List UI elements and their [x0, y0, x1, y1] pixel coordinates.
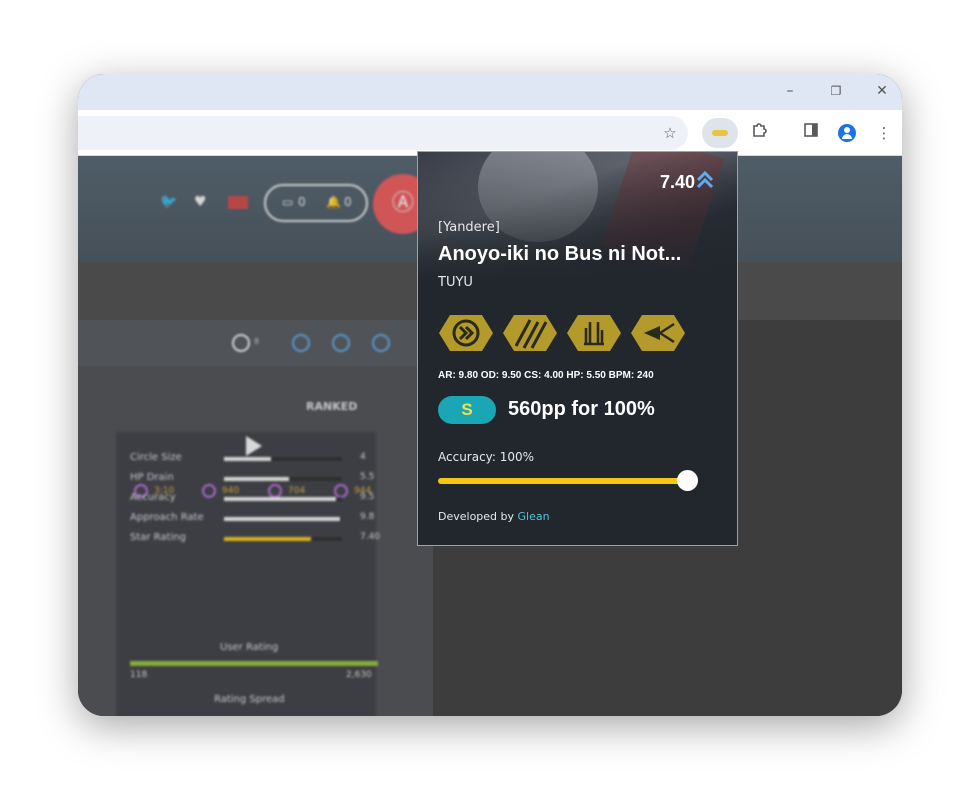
extension-popup: 7.40 [Yandere] Anoyo-iki no Bus ni Not..… — [417, 151, 738, 546]
play-preview-icon[interactable] — [246, 436, 262, 456]
double-chevron-up-icon — [696, 170, 714, 189]
user-rating-positive: 2,630 — [346, 670, 372, 680]
circles-value: 704 — [288, 486, 306, 496]
sliders-icon — [334, 484, 348, 498]
double-time-icon[interactable] — [438, 314, 494, 352]
stat-bar-fill — [224, 517, 340, 521]
difficulty-name: [Yandere] — [438, 220, 500, 235]
mode-taiko-icon[interactable] — [292, 334, 310, 352]
chat-icon[interactable]: ▭ — [282, 195, 293, 209]
accuracy-slider[interactable] — [438, 478, 688, 484]
stat-bar-track — [224, 517, 342, 521]
mode-badge: 8 — [254, 337, 260, 346]
stat-bar-fill — [224, 497, 337, 501]
extension-icon — [712, 130, 728, 136]
beatmap-artist: TUYU — [438, 275, 473, 290]
stat-bar-label: Circle Size — [130, 452, 182, 463]
flashlight-icon[interactable] — [630, 314, 686, 352]
menu-kebab-icon[interactable]: ⋮ — [873, 122, 895, 144]
mode-osu-icon[interactable] — [232, 334, 250, 352]
browser-toolbar: ☆ ⋮ — [78, 110, 902, 156]
bell-icon[interactable]: 🔔 — [326, 195, 341, 209]
user-rating-label: User Rating — [220, 642, 279, 653]
rank-badge: S — [438, 396, 496, 424]
hard-rock-icon[interactable] — [566, 314, 622, 352]
stat-bar-value: 9.8 — [360, 512, 375, 522]
bookmark-star-icon[interactable]: ☆ — [659, 122, 681, 144]
circles-icon — [268, 484, 282, 498]
user-rating-negative: 118 — [130, 670, 148, 680]
minimize-button[interactable]: – — [780, 82, 800, 100]
beatmap-title: Anoyo-iki no Bus ni Not... — [438, 243, 682, 265]
notification-count: 0 — [344, 195, 352, 209]
stat-bar-track — [224, 457, 342, 461]
stat-bar-value: 5.5 — [360, 472, 375, 482]
stat-bar-fill — [224, 457, 272, 461]
profile-avatar-icon[interactable] — [838, 124, 856, 142]
stat-bar-track — [224, 497, 342, 501]
stat-bar-fill — [224, 537, 312, 541]
stat-bar-fill — [224, 477, 289, 481]
mode-catch-icon[interactable] — [332, 334, 350, 352]
pp-value: 560pp for 100% — [508, 398, 655, 420]
accuracy-slider-thumb[interactable] — [677, 470, 698, 491]
stat-bar-track — [224, 477, 342, 481]
hidden-icon[interactable] — [502, 314, 558, 352]
stat-bar-track — [224, 537, 342, 541]
title-bar: – ❐ ✕ — [78, 74, 902, 110]
twitter-icon[interactable]: 🐦 — [160, 194, 177, 210]
stat-bar-value: 9.5 — [360, 492, 375, 502]
active-extension-button[interactable] — [702, 118, 738, 148]
close-button[interactable]: ✕ — [872, 82, 892, 100]
stat-bar-value: 4 — [360, 452, 366, 462]
heart-icon[interactable]: ♥ — [194, 194, 207, 210]
flag-icon[interactable] — [228, 196, 248, 209]
stat-bar-label: Star Rating — [130, 532, 186, 543]
accuracy-label: Accuracy: 100% — [438, 450, 535, 464]
stat-bar-value: 7.40 — [360, 532, 381, 542]
bpm-icon — [202, 484, 216, 498]
stat-bar-label: Approach Rate — [130, 512, 204, 523]
extensions-puzzle-icon[interactable] — [748, 122, 770, 144]
message-count: 0 — [298, 195, 306, 209]
stat-bar-label: Accuracy — [130, 492, 176, 503]
bpm-value: 940 — [222, 486, 240, 496]
header-counters: ▭ 0 🔔 0 — [264, 184, 368, 222]
ranked-status: RANKED — [306, 400, 358, 413]
developed-by-text: Developed by — [438, 510, 515, 523]
rating-spread-label: Rating Spread — [214, 694, 285, 705]
side-panel-icon[interactable] — [800, 122, 822, 144]
address-bar[interactable] — [78, 116, 688, 150]
developer-link[interactable]: Glean — [518, 510, 550, 523]
restore-button[interactable]: ❐ — [826, 82, 846, 100]
beatmap-attributes: AR: 9.80 OD: 9.50 CS: 4.00 HP: 5.50 BPM:… — [438, 370, 654, 381]
star-rating: 7.40 — [659, 172, 695, 192]
developer-credit: Developed by Glean — [438, 510, 550, 523]
user-rating-bar — [130, 661, 378, 666]
stat-bar-label: HP Drain — [130, 472, 174, 483]
mode-mania-icon[interactable] — [372, 334, 390, 352]
